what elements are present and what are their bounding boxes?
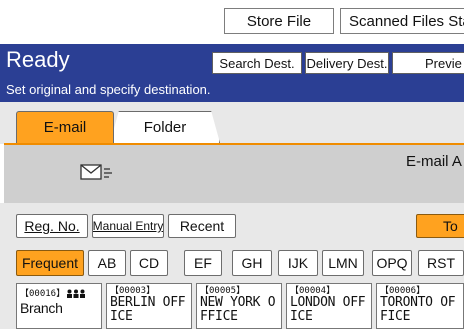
- entry-name: Branch: [20, 300, 63, 316]
- address-entry-london[interactable]: 【00004】 LONDON OFFICE: [286, 283, 372, 329]
- preview-button[interactable]: Previe: [392, 52, 464, 74]
- index-key-gh[interactable]: GH: [232, 250, 272, 276]
- index-key-rst[interactable]: RST: [418, 250, 464, 276]
- entry-name: TORONTO OFFICE: [380, 295, 456, 324]
- instruction-text: Set original and specify destination.: [6, 82, 211, 97]
- group-icon: [66, 286, 86, 301]
- index-key-frequent[interactable]: Frequent: [16, 250, 84, 276]
- scanned-files-status-button[interactable]: Scanned Files Sta: [340, 8, 464, 34]
- tab-folder[interactable]: Folder: [110, 111, 220, 143]
- recent-button[interactable]: Recent: [168, 214, 236, 238]
- reg-no-button[interactable]: Reg. No.: [16, 214, 88, 238]
- entry-name: NEW YORK OFFICE: [200, 295, 276, 324]
- to-button[interactable]: To: [416, 214, 464, 238]
- store-file-button[interactable]: Store File: [224, 8, 334, 34]
- address-entry-berlin[interactable]: 【00003】 BERLIN OFFICE: [106, 283, 192, 329]
- entry-name: BERLIN OFFICE: [110, 295, 186, 324]
- delivery-dest-button[interactable]: Delivery Dest.: [305, 52, 389, 74]
- index-key-ef[interactable]: EF: [184, 250, 222, 276]
- email-address-label: E-mail A: [406, 153, 462, 170]
- address-entry-new-york[interactable]: 【00005】 NEW YORK OFFICE: [196, 283, 282, 329]
- entry-number: 【00016】: [20, 288, 66, 299]
- index-key-ab[interactable]: AB: [88, 250, 126, 276]
- address-entry-branch[interactable]: 【00016】 Branch: [16, 283, 102, 329]
- index-key-ijk[interactable]: IJK: [278, 250, 318, 276]
- index-key-cd[interactable]: CD: [130, 250, 168, 276]
- destination-panel: [4, 143, 464, 203]
- manual-entry-button[interactable]: Manual Entry: [92, 214, 164, 238]
- email-icon: [80, 162, 114, 182]
- tab-email[interactable]: E-mail: [16, 111, 114, 143]
- status-text: Ready: [6, 47, 70, 72]
- address-entry-toronto[interactable]: 【00006】 TORONTO OFFICE: [376, 283, 464, 329]
- search-dest-button[interactable]: Search Dest.: [212, 52, 302, 74]
- index-key-lmn[interactable]: LMN: [322, 250, 364, 276]
- entry-name: LONDON OFFICE: [290, 295, 366, 324]
- index-key-opq[interactable]: OPQ: [372, 250, 412, 276]
